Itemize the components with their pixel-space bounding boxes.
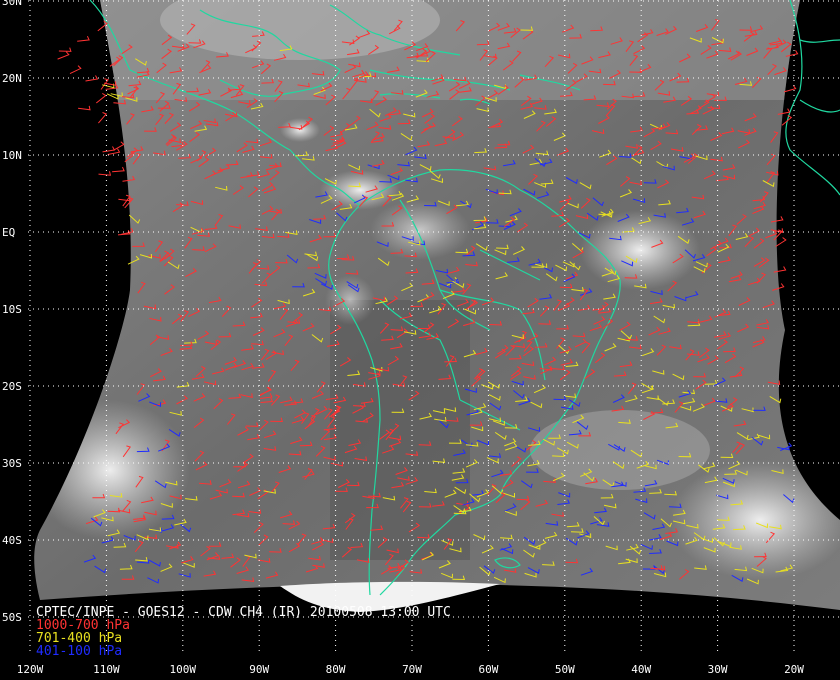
latitude-label: 20N: [2, 72, 22, 85]
longitude-label: 110W: [93, 663, 120, 676]
satellite-wind-map: 30N 20N 10N EQ 10S 20S 30S 40S 50S 120W 110W 100W 90…: [0, 0, 840, 680]
longitude-label: 90W: [249, 663, 269, 676]
latitude-label: 20S: [2, 380, 22, 393]
longitude-label: 70W: [402, 663, 422, 676]
wind-barb: [98, 112, 108, 124]
wind-barb: [775, 237, 787, 247]
longitude-label: 30W: [708, 663, 728, 676]
wind-barb: [69, 65, 82, 75]
longitude-label: 60W: [478, 663, 498, 676]
latitude-label: 50S: [2, 611, 22, 624]
longitude-label: 50W: [555, 663, 575, 676]
longitude-label: 120W: [17, 663, 44, 676]
wind-barb: [98, 171, 112, 176]
longitude-label: 100W: [170, 663, 197, 676]
wind-barb: [113, 141, 125, 151]
wind-barb: [57, 51, 70, 60]
latitude-label: 30S: [2, 457, 22, 470]
wind-barb: [104, 81, 117, 86]
wind-barb: [112, 166, 125, 173]
wind-barb: [85, 75, 99, 82]
latitude-label: 10N: [2, 149, 22, 162]
latitude-label: 30N: [2, 0, 22, 8]
longitude-label: 20W: [784, 663, 804, 676]
longitude-label: 80W: [326, 663, 346, 676]
map-canvas: 30N 20N 10N EQ 10S 20S 30S 40S 50S 120W 110W 100W 90…: [2, 0, 840, 676]
legend-high-level: 401-100 hPa: [36, 644, 123, 659]
latitude-label: 10S: [2, 303, 22, 316]
longitude-label: 40W: [631, 663, 651, 676]
wind-barb: [58, 47, 72, 52]
wind-barb: [102, 146, 116, 153]
latitude-label: EQ: [2, 226, 15, 239]
wind-barb: [77, 35, 90, 42]
wind-barb: [78, 105, 91, 111]
wind-barb: [95, 92, 107, 104]
latitude-label: 40S: [2, 534, 22, 547]
satellite-image: [34, 0, 840, 610]
